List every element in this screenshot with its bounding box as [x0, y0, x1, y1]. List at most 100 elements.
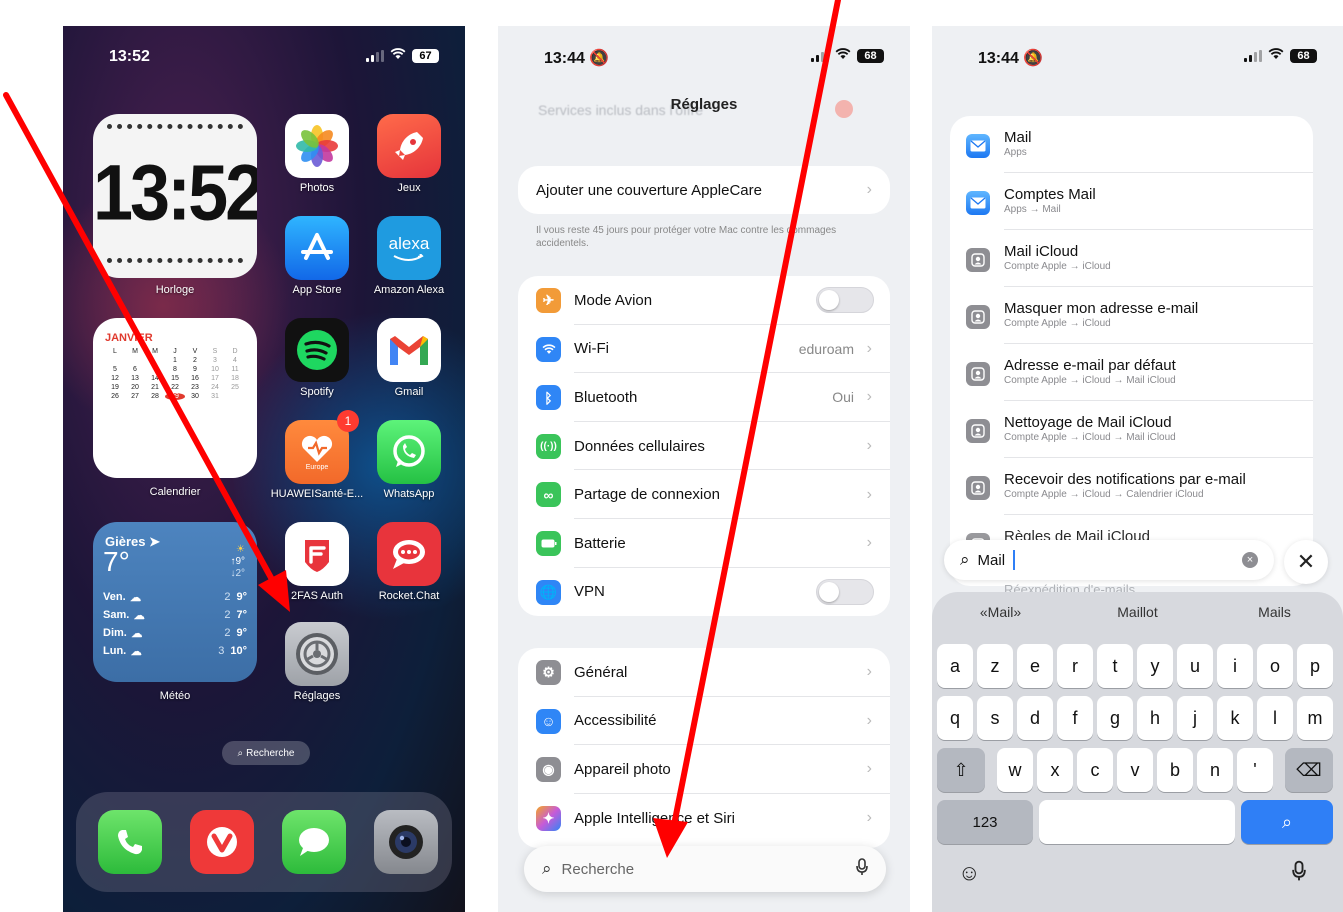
key[interactable]: y — [1137, 644, 1173, 688]
key[interactable]: o — [1257, 644, 1293, 688]
result-title: Adresse e-mail par défaut — [1004, 357, 1176, 374]
key[interactable]: h — [1137, 696, 1173, 740]
key[interactable]: f — [1057, 696, 1093, 740]
emoji-icon[interactable]: ☺ — [958, 860, 980, 886]
mail-icon — [966, 191, 990, 215]
photos-app-icon[interactable] — [285, 114, 349, 178]
settings-row-airplane[interactable]: ✈ Mode Avion — [518, 276, 890, 325]
key[interactable]: i — [1217, 644, 1253, 688]
settings-row-vpn[interactable]: 🌐 VPN — [518, 568, 890, 616]
key[interactable]: ' — [1237, 748, 1273, 792]
settings-row-accessibility[interactable]: ☺ Accessibilité › — [518, 697, 890, 746]
connectivity-group: ✈ Mode Avion Wi-Fi eduroam › ᛒ Bluetooth… — [518, 276, 890, 616]
key[interactable]: b — [1157, 748, 1193, 792]
gmail-icon[interactable] — [377, 318, 441, 382]
calendar-widget[interactable]: JANVIER LMMJVSD 1234 5 6 7 8 9 10 11 12 13 14 15 1… — [93, 318, 257, 478]
delete-key[interactable]: ⌫ — [1285, 748, 1333, 792]
key[interactable]: j — [1177, 696, 1213, 740]
search-result[interactable]: Comptes Mail Apps → Mail — [950, 173, 1313, 230]
vivaldi-icon[interactable] — [190, 810, 254, 874]
key[interactable]: u — [1177, 644, 1213, 688]
chevron-right-icon: › — [866, 485, 872, 503]
key[interactable]: w — [997, 748, 1033, 792]
search-result[interactable]: Mail iCloud Compte Apple → iCloud — [950, 230, 1313, 287]
key[interactable]: c — [1077, 748, 1113, 792]
settings-row-label: VPN — [574, 583, 605, 601]
app-store-icon[interactable] — [285, 216, 349, 280]
cancel-search-button[interactable]: ✕ — [1284, 540, 1328, 584]
settings-row-wifi[interactable]: Wi-Fi eduroam › — [518, 325, 890, 374]
huawei-health-icon[interactable]: Europe — [285, 420, 349, 484]
key[interactable]: g — [1097, 696, 1133, 740]
camera-icon[interactable] — [374, 810, 438, 874]
clock-widget[interactable]: 13:52 — [93, 114, 257, 278]
key[interactable]: x — [1037, 748, 1073, 792]
key[interactable]: m — [1297, 696, 1333, 740]
key[interactable]: d — [1017, 696, 1053, 740]
games-app-icon[interactable] — [377, 114, 441, 178]
messages-icon[interactable] — [282, 810, 346, 874]
chevron-right-icon: › — [866, 809, 872, 827]
search-input[interactable]: ⌕ Mail × — [944, 540, 1274, 580]
space-key[interactable] — [1039, 800, 1235, 844]
settings-row-cellular[interactable]: ((·)) Données cellulaires › — [518, 422, 890, 471]
numbers-key[interactable]: 123 — [937, 800, 1033, 844]
settings-row-siri[interactable]: ✦ Apple Intelligence et Siri › — [518, 794, 890, 843]
key[interactable]: n — [1197, 748, 1233, 792]
search-result[interactable]: Masquer mon adresse e-mail Compte Apple … — [950, 287, 1313, 344]
settings-row-camera[interactable]: ◉ Appareil photo › — [518, 745, 890, 794]
amazon-alexa-icon[interactable]: alexa — [377, 216, 441, 280]
settings-row-label: Données cellulaires — [574, 437, 705, 455]
battery-indicator: 67 — [412, 48, 439, 63]
suggestion[interactable]: Mails — [1206, 604, 1343, 620]
calendar-widget-label: Calendrier — [149, 486, 201, 498]
key[interactable]: r — [1057, 644, 1093, 688]
settings-row-hotspot[interactable]: ∞ Partage de connexion › — [518, 470, 890, 519]
airplane-toggle[interactable] — [816, 287, 874, 313]
key[interactable]: q — [937, 696, 973, 740]
airplane-icon: ✈ — [536, 288, 561, 313]
wifi-icon — [536, 336, 561, 362]
key[interactable]: l — [1257, 696, 1293, 740]
rocket-chat-icon[interactable] — [377, 522, 441, 586]
spotify-icon[interactable] — [285, 318, 349, 382]
key[interactable]: a — [937, 644, 973, 688]
settings-row-general[interactable]: ⚙ Général › — [518, 648, 890, 697]
vpn-toggle[interactable] — [816, 578, 874, 605]
key[interactable]: z — [977, 644, 1013, 688]
settings-row-bluetooth[interactable]: ᛒ Bluetooth Oui › — [518, 373, 890, 422]
shift-key[interactable]: ⇧ — [937, 748, 985, 792]
clock-widget-time: 13:52 — [93, 149, 257, 237]
key[interactable]: e — [1017, 644, 1053, 688]
suggestion[interactable]: «Mail» — [932, 604, 1069, 620]
whatsapp-icon[interactable] — [377, 420, 441, 484]
bluetooth-value: Oui — [832, 389, 854, 406]
clear-icon[interactable]: × — [1242, 552, 1258, 568]
phone-icon[interactable] — [98, 810, 162, 874]
search-result[interactable]: Mail Apps — [950, 116, 1313, 173]
weather-widget[interactable]: Gières ➤ 7° ☀ ↑9° ↓2° Ven. ☁ 2 9° Sam. ☁ 2 7° … — [93, 522, 257, 682]
search-key[interactable]: ⌕ — [1241, 800, 1333, 844]
key[interactable]: v — [1117, 748, 1153, 792]
bell-slash-icon: 🔕 — [1023, 50, 1044, 67]
app-label: HUAWEISanté-E... — [270, 488, 364, 500]
search-icon: ⌕ — [542, 859, 552, 878]
key[interactable]: t — [1097, 644, 1133, 688]
applecare-row[interactable]: Ajouter une couverture AppleCare › — [518, 166, 890, 214]
search-result[interactable]: Adresse e-mail par défaut Compte Apple →… — [950, 344, 1313, 401]
key[interactable]: k — [1217, 696, 1253, 740]
settings-search-bar[interactable]: ⌕ Recherche — [524, 846, 886, 892]
mic-icon[interactable] — [856, 858, 868, 880]
key[interactable]: s — [977, 696, 1013, 740]
settings-app-icon[interactable] — [285, 622, 349, 686]
mic-icon[interactable] — [1292, 860, 1306, 888]
chevron-right-icon: › — [866, 760, 872, 778]
suggestion[interactable]: Maillot — [1069, 604, 1206, 620]
settings-row-battery[interactable]: Batterie › — [518, 519, 890, 568]
search-result[interactable]: Recevoir des notifications par e-mail Co… — [950, 458, 1313, 515]
weather-widget-label: Météo — [159, 690, 191, 702]
home-search-pill[interactable]: ⌕ Recherche — [222, 741, 310, 765]
key[interactable]: p — [1297, 644, 1333, 688]
search-result[interactable]: Nettoyage de Mail iCloud Compte Apple → … — [950, 401, 1313, 458]
2fas-auth-icon[interactable] — [285, 522, 349, 586]
